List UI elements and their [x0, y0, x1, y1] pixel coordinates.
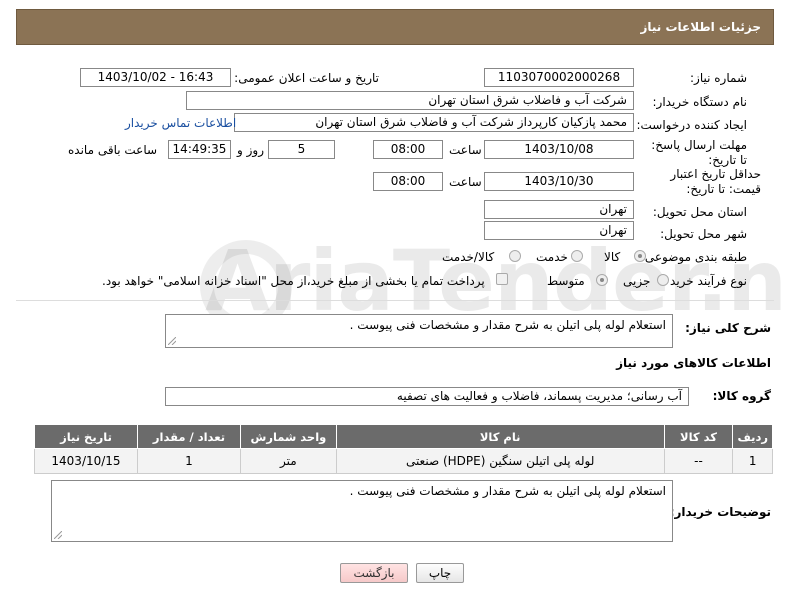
- goods-table: ردیف کد کالا نام کالا واحد شمارش تعداد /…: [34, 424, 773, 474]
- category-goods-service-label: کالا/خدمت: [442, 250, 495, 264]
- category-service-label: خدمت: [536, 250, 568, 264]
- col-name: نام کالا: [335, 424, 665, 449]
- buyer-notes-textarea[interactable]: استعلام لوله پلی اتیلن به شرح مقدار و مش…: [51, 480, 673, 542]
- days-label: روز و: [237, 143, 264, 157]
- summary-label: شرح کلی نیاز:: [685, 321, 771, 335]
- announce-label: تاریخ و ساعت اعلان عمومی:: [234, 71, 379, 85]
- remaining-time-field: 14:49:35: [168, 140, 231, 159]
- need-number-field: 1103070002000268: [484, 68, 634, 87]
- remaining-time-label: ساعت باقی مانده: [68, 143, 158, 157]
- cell-row: 1: [732, 448, 773, 474]
- col-qty: تعداد / مقدار: [137, 424, 241, 449]
- back-button[interactable]: بازگشت: [340, 563, 408, 583]
- resize-grip-icon[interactable]: [168, 337, 176, 345]
- page-header: جزئیات اطلاعات نیاز: [16, 9, 774, 45]
- cell-date: 1403/10/15: [34, 448, 138, 474]
- process-medium-label: متوسط: [547, 274, 585, 288]
- province-field: تهران: [484, 200, 634, 219]
- announce-datetime-field: 1403/10/02 - 16:43: [80, 68, 231, 87]
- city-field: تهران: [484, 221, 634, 240]
- summary-textarea[interactable]: استعلام لوله پلی اتیلن به شرح مقدار و مش…: [165, 314, 673, 348]
- goods-table-header: ردیف کد کالا نام کالا واحد شمارش تعداد /…: [34, 424, 773, 449]
- requester-label: ایجاد کننده درخواست:: [636, 118, 747, 132]
- summary-text: استعلام لوله پلی اتیلن به شرح مقدار و مش…: [349, 318, 666, 332]
- treasury-payment-note: پرداخت تمام یا بخشی از مبلغ خرید،از محل …: [102, 274, 485, 288]
- buyer-org-field: شرکت آب و فاضلاب شرق استان تهران: [186, 91, 634, 110]
- goods-group-label: گروه کالا:: [712, 389, 771, 403]
- need-number-label: شماره نیاز:: [690, 71, 747, 85]
- validity-date-field: 1403/10/30: [484, 172, 634, 191]
- buyer-notes-label: توضیحات خریدار:: [669, 505, 771, 519]
- cell-qty: 1: [137, 448, 241, 474]
- province-label: استان محل تحویل:: [652, 205, 747, 219]
- treasury-payment-checkbox[interactable]: [496, 273, 508, 285]
- buyer-notes-text: استعلام لوله پلی اتیلن به شرح مقدار و مش…: [349, 484, 666, 498]
- category-label: طبقه بندی موضوعی:: [640, 250, 747, 264]
- goods-group-field: آب رسانی؛ مدیریت پسماند، فاضلاب و فعالیت…: [165, 387, 689, 406]
- section-divider: [16, 300, 774, 301]
- col-row: ردیف: [732, 424, 773, 449]
- deadline-date-field: 1403/10/08: [484, 140, 634, 159]
- category-goods-label: کالا: [604, 250, 621, 264]
- buyer-contact-link[interactable]: اطلاعات تماس خریدار: [125, 116, 236, 130]
- deadline-label: مهلت ارسال پاسخ: تا تاریخ:: [651, 138, 747, 167]
- col-unit: واحد شمارش: [239, 424, 337, 449]
- days-remaining-field: 5: [268, 140, 335, 159]
- resize-grip-icon[interactable]: [54, 531, 62, 539]
- goods-section-title: اطلاعات کالاهای مورد نیاز: [616, 356, 771, 370]
- category-goods-service-radio[interactable]: [509, 250, 521, 262]
- table-row: 1 -- لوله پلی اتیلن سنگین (HDPE) صنعتی م…: [34, 448, 773, 474]
- process-medium-radio[interactable]: [596, 274, 608, 286]
- col-code: کد کالا: [663, 424, 734, 449]
- buyer-org-label: نام دستگاه خریدار:: [652, 95, 748, 109]
- category-goods-radio[interactable]: [634, 250, 646, 262]
- cell-name: لوله پلی اتیلن سنگین (HDPE) صنعتی: [335, 448, 665, 474]
- process-label: نوع فرآیند خرید :: [662, 274, 747, 288]
- print-button[interactable]: چاپ: [416, 563, 464, 583]
- validity-time-label: ساعت: [449, 175, 482, 189]
- process-minor-label: جزیی: [623, 274, 651, 288]
- requester-field: محمد پازکیان کارپرداز شرکت آب و فاضلاب ش…: [234, 113, 634, 132]
- deadline-time-field: 08:00: [373, 140, 443, 159]
- category-service-radio[interactable]: [571, 250, 583, 262]
- deadline-time-label: ساعت: [449, 143, 482, 157]
- cell-unit: متر: [239, 448, 337, 474]
- city-label: شهر محل تحویل:: [660, 227, 747, 241]
- validity-time-field: 08:00: [373, 172, 443, 191]
- page-title: جزئیات اطلاعات نیاز: [640, 20, 761, 34]
- validity-label: حداقل تاریخ اعتبار قیمت: تا تاریخ:: [670, 167, 761, 196]
- col-date: تاریخ نیاز: [34, 424, 138, 449]
- cell-code: --: [663, 448, 734, 474]
- process-minor-radio[interactable]: [657, 274, 669, 286]
